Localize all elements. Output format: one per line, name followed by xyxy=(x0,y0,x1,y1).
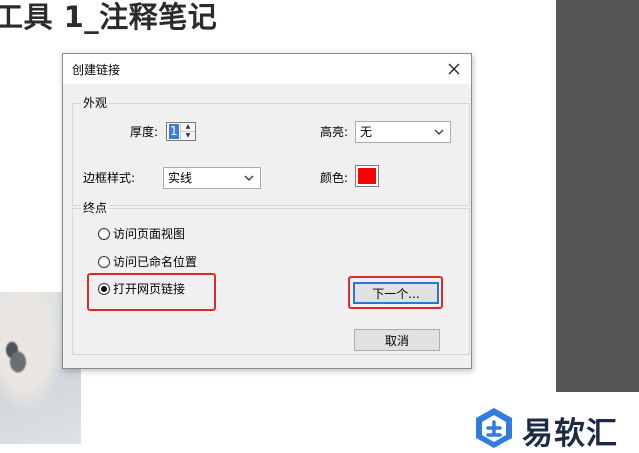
radio-label: 访问页面视图 xyxy=(113,227,186,241)
thickness-stepper[interactable]: 1 ▲ ▼ xyxy=(166,122,196,141)
brand-logo-icon xyxy=(476,408,512,448)
close-button[interactable] xyxy=(441,56,467,82)
radio-visit-named-location[interactable]: 访问已命名位置 xyxy=(98,253,197,270)
appearance-group xyxy=(72,103,470,206)
border-style-label: 边框样式: xyxy=(83,171,136,185)
radio-button[interactable] xyxy=(98,227,110,240)
color-label: 颜色: xyxy=(320,171,349,185)
create-link-dialog: 创建链接 外观 厚度: 1 ▲ ▼ 高亮: 无 边框样式: 实线 颜色: 终点 … xyxy=(62,53,472,369)
chevron-down-icon xyxy=(244,175,254,181)
stepper-arrows[interactable]: ▲ ▼ xyxy=(180,123,195,140)
close-icon xyxy=(448,63,460,75)
endpoint-group-label: 终点 xyxy=(81,201,110,215)
dialog-titlebar[interactable]: 创建链接 xyxy=(63,54,471,84)
side-gray-panel xyxy=(556,0,639,392)
document-title: 工具 1_注释笔记 xyxy=(0,0,218,34)
color-swatch xyxy=(358,168,376,184)
thickness-label: 厚度: xyxy=(130,125,159,139)
radio-button[interactable] xyxy=(98,255,110,268)
border-style-select[interactable]: 实线 xyxy=(163,167,261,189)
stepper-down-icon[interactable]: ▼ xyxy=(181,132,195,140)
chevron-down-icon xyxy=(434,129,444,135)
border-style-value: 实线 xyxy=(168,171,193,185)
thickness-value[interactable]: 1 xyxy=(169,124,179,139)
stepper-up-icon[interactable]: ▲ xyxy=(181,123,195,132)
highlight-select[interactable]: 无 xyxy=(355,121,451,143)
brand-text: 易软汇 xyxy=(522,416,618,452)
radio-visit-page-view[interactable]: 访问页面视图 xyxy=(98,225,185,242)
cancel-button[interactable]: 取消 xyxy=(354,329,440,351)
annotation-highlight-next xyxy=(348,276,443,309)
appearance-group-label: 外观 xyxy=(81,96,110,110)
radio-label: 访问已命名位置 xyxy=(113,255,198,269)
highlight-label: 高亮: xyxy=(320,125,349,139)
brand-watermark: 易软汇 xyxy=(474,405,634,452)
color-picker-button[interactable] xyxy=(355,165,379,187)
dialog-title: 创建链接 xyxy=(72,63,121,77)
annotation-highlight-radio xyxy=(87,273,216,311)
highlight-value: 无 xyxy=(360,125,373,139)
